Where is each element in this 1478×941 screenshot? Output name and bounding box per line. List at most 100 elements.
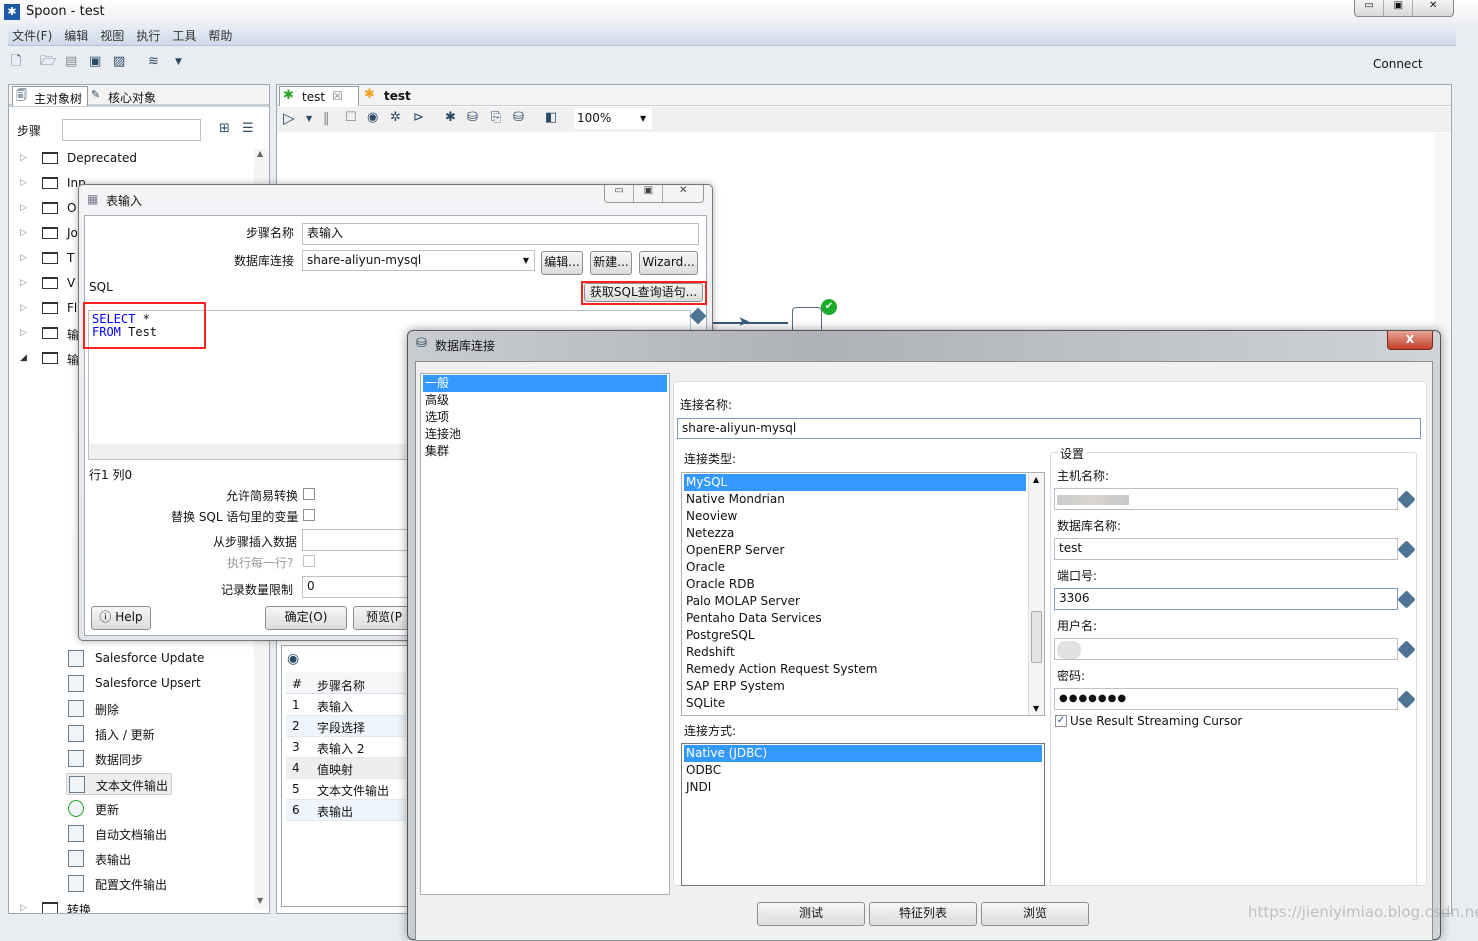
- connect-button[interactable]: Connect: [1373, 57, 1423, 71]
- replace-variables-checkbox[interactable]: [303, 509, 315, 521]
- chevron-down-icon[interactable]: ▼: [175, 58, 182, 67]
- connection-type-item[interactable]: Native Mondrian: [684, 491, 1026, 508]
- port-input[interactable]: 3306: [1054, 588, 1398, 610]
- step-name-input[interactable]: 表输入: [302, 223, 699, 245]
- sql-icon[interactable]: ⎘: [491, 111, 501, 124]
- database-name-input[interactable]: test: [1054, 538, 1398, 560]
- nav-general[interactable]: 一般: [423, 375, 667, 392]
- minimize-button[interactable]: ▭: [605, 185, 633, 202]
- open-file-icon[interactable]: 🗁: [40, 55, 56, 68]
- insert-from-step-select[interactable]: [302, 529, 412, 551]
- nav-clustering[interactable]: 集群: [423, 443, 667, 460]
- connection-type-item[interactable]: Oracle RDB: [684, 576, 1026, 593]
- step-item[interactable]: 自动文档输出: [66, 823, 256, 845]
- close-button[interactable]: ✕: [662, 185, 703, 202]
- expand-arrow-icon[interactable]: ▷: [20, 328, 27, 338]
- tree-folder[interactable]: ▷ 转换: [20, 900, 255, 913]
- expand-arrow-icon[interactable]: ▷: [20, 178, 27, 188]
- tab-core-objects[interactable]: ✎ 核心对象: [89, 86, 179, 106]
- connection-type-item[interactable]: Netezza: [684, 525, 1026, 542]
- wizard-button[interactable]: Wizard...: [639, 251, 698, 275]
- step-item[interactable]: 插入 / 更新: [66, 723, 256, 745]
- step-item-selected[interactable]: 文本文件输出: [66, 773, 172, 795]
- step-item[interactable]: 删除: [66, 698, 256, 720]
- hop-line[interactable]: [712, 322, 788, 324]
- step-item[interactable]: 配置文件输出: [66, 873, 256, 895]
- step-item[interactable]: Salesforce Update: [66, 648, 256, 670]
- column-header-index[interactable]: #: [292, 677, 302, 691]
- expand-arrow-icon[interactable]: ▷: [20, 203, 27, 213]
- layers-icon[interactable]: ≋: [148, 55, 159, 68]
- table-row[interactable]: 4 值映射: [286, 758, 406, 779]
- lazy-conversion-checkbox[interactable]: [303, 488, 315, 500]
- explore-db-icon[interactable]: ⛁: [513, 111, 524, 124]
- nav-advanced[interactable]: 高级: [423, 392, 667, 409]
- pause-icon[interactable]: ‖: [323, 112, 330, 125]
- step-item[interactable]: 数据同步: [66, 748, 256, 770]
- menu-run[interactable]: 执行: [136, 29, 160, 43]
- get-sql-button[interactable]: 获取SQL查询语句...: [584, 283, 703, 302]
- minimize-button[interactable]: ▭: [1355, 0, 1383, 16]
- connection-type-item[interactable]: OpenERP Server: [684, 542, 1026, 559]
- explore-repository-icon[interactable]: ▤: [65, 55, 77, 68]
- test-button[interactable]: 测试: [757, 902, 865, 926]
- limit-input[interactable]: 0: [302, 576, 412, 598]
- steps-search-input[interactable]: [62, 119, 201, 141]
- expand-arrow-icon[interactable]: ▷: [20, 903, 27, 913]
- menu-help[interactable]: 帮助: [208, 29, 232, 43]
- access-native-jdbc[interactable]: Native (JDBC): [684, 745, 1042, 762]
- column-header-step-name[interactable]: 步骤名称: [317, 677, 365, 694]
- table-row[interactable]: 1 表输入: [286, 695, 406, 716]
- tab-test-1[interactable]: ✱ test ☒: [279, 86, 359, 106]
- preview-button[interactable]: 预览(P: [353, 606, 415, 630]
- table-row[interactable]: 6 表输出: [286, 800, 406, 821]
- expand-arrow-icon[interactable]: ▷: [20, 303, 27, 313]
- explore-button[interactable]: 浏览: [981, 902, 1089, 926]
- connection-type-item[interactable]: SAP ERP System: [684, 678, 1026, 695]
- step-item[interactable]: 表输出: [66, 848, 256, 870]
- menu-edit[interactable]: 编辑: [64, 29, 88, 43]
- access-odbc[interactable]: ODBC: [684, 762, 1042, 779]
- access-jndi[interactable]: JNDI: [684, 779, 1042, 796]
- replay-icon[interactable]: ⊳: [413, 111, 424, 124]
- username-input[interactable]: [1054, 638, 1398, 660]
- connection-type-item[interactable]: PostgreSQL: [684, 627, 1026, 644]
- ok-button[interactable]: 确定(O): [265, 606, 347, 630]
- nav-pooling[interactable]: 连接池: [423, 426, 667, 443]
- execute-each-row-checkbox[interactable]: [303, 555, 315, 567]
- connection-name-input[interactable]: share-aliyun-mysql: [677, 418, 1421, 439]
- access-method-list[interactable]: Native (JDBC) ODBC JNDI: [681, 743, 1045, 886]
- chevron-down-icon[interactable]: ▼: [306, 115, 312, 123]
- expand-arrow-icon[interactable]: ▷: [20, 253, 27, 263]
- host-input[interactable]: [1054, 488, 1398, 510]
- connection-type-item[interactable]: Palo MOLAP Server: [684, 593, 1026, 610]
- new-connection-button[interactable]: 新建...: [590, 251, 632, 275]
- tab-main-tree[interactable]: 🗐 主对象树: [12, 86, 88, 106]
- eye-icon[interactable]: ◉: [287, 652, 299, 666]
- tree-folder[interactable]: ▷ Deprecated: [20, 150, 255, 170]
- expand-all-icon[interactable]: ⊞: [219, 122, 230, 135]
- connection-type-item[interactable]: Neoview: [684, 508, 1026, 525]
- help-button[interactable]: ⓘ Help: [91, 606, 151, 630]
- debug-icon[interactable]: ✲: [390, 111, 401, 124]
- step-item[interactable]: Salesforce Upsert: [66, 673, 256, 695]
- connection-type-item[interactable]: Remedy Action Request System: [684, 661, 1026, 678]
- connection-type-item[interactable]: MySQL: [684, 474, 1026, 491]
- collapse-all-icon[interactable]: ☰: [242, 122, 254, 135]
- close-tab-icon[interactable]: ☒: [332, 89, 343, 103]
- expand-arrow-icon[interactable]: ▷: [20, 153, 27, 163]
- stop-icon[interactable]: ☐: [345, 111, 357, 124]
- verify-icon[interactable]: ✱: [445, 111, 456, 124]
- expand-arrow-icon[interactable]: ▷: [20, 228, 27, 238]
- menu-view[interactable]: 视图: [100, 29, 124, 43]
- tab-test-2[interactable]: ✱ test: [361, 86, 433, 106]
- edit-connection-button[interactable]: 编辑...: [541, 251, 583, 275]
- save-as-icon[interactable]: ▨: [113, 55, 125, 68]
- close-button[interactable]: ✕: [1412, 0, 1453, 16]
- run-icon[interactable]: ▷: [283, 111, 295, 126]
- impact-icon[interactable]: ⛁: [467, 111, 478, 124]
- preview-eye-icon[interactable]: ◉: [367, 111, 378, 124]
- save-icon[interactable]: ▣: [89, 55, 101, 68]
- nav-options[interactable]: 选项: [423, 409, 667, 426]
- close-button[interactable]: X: [1387, 331, 1433, 350]
